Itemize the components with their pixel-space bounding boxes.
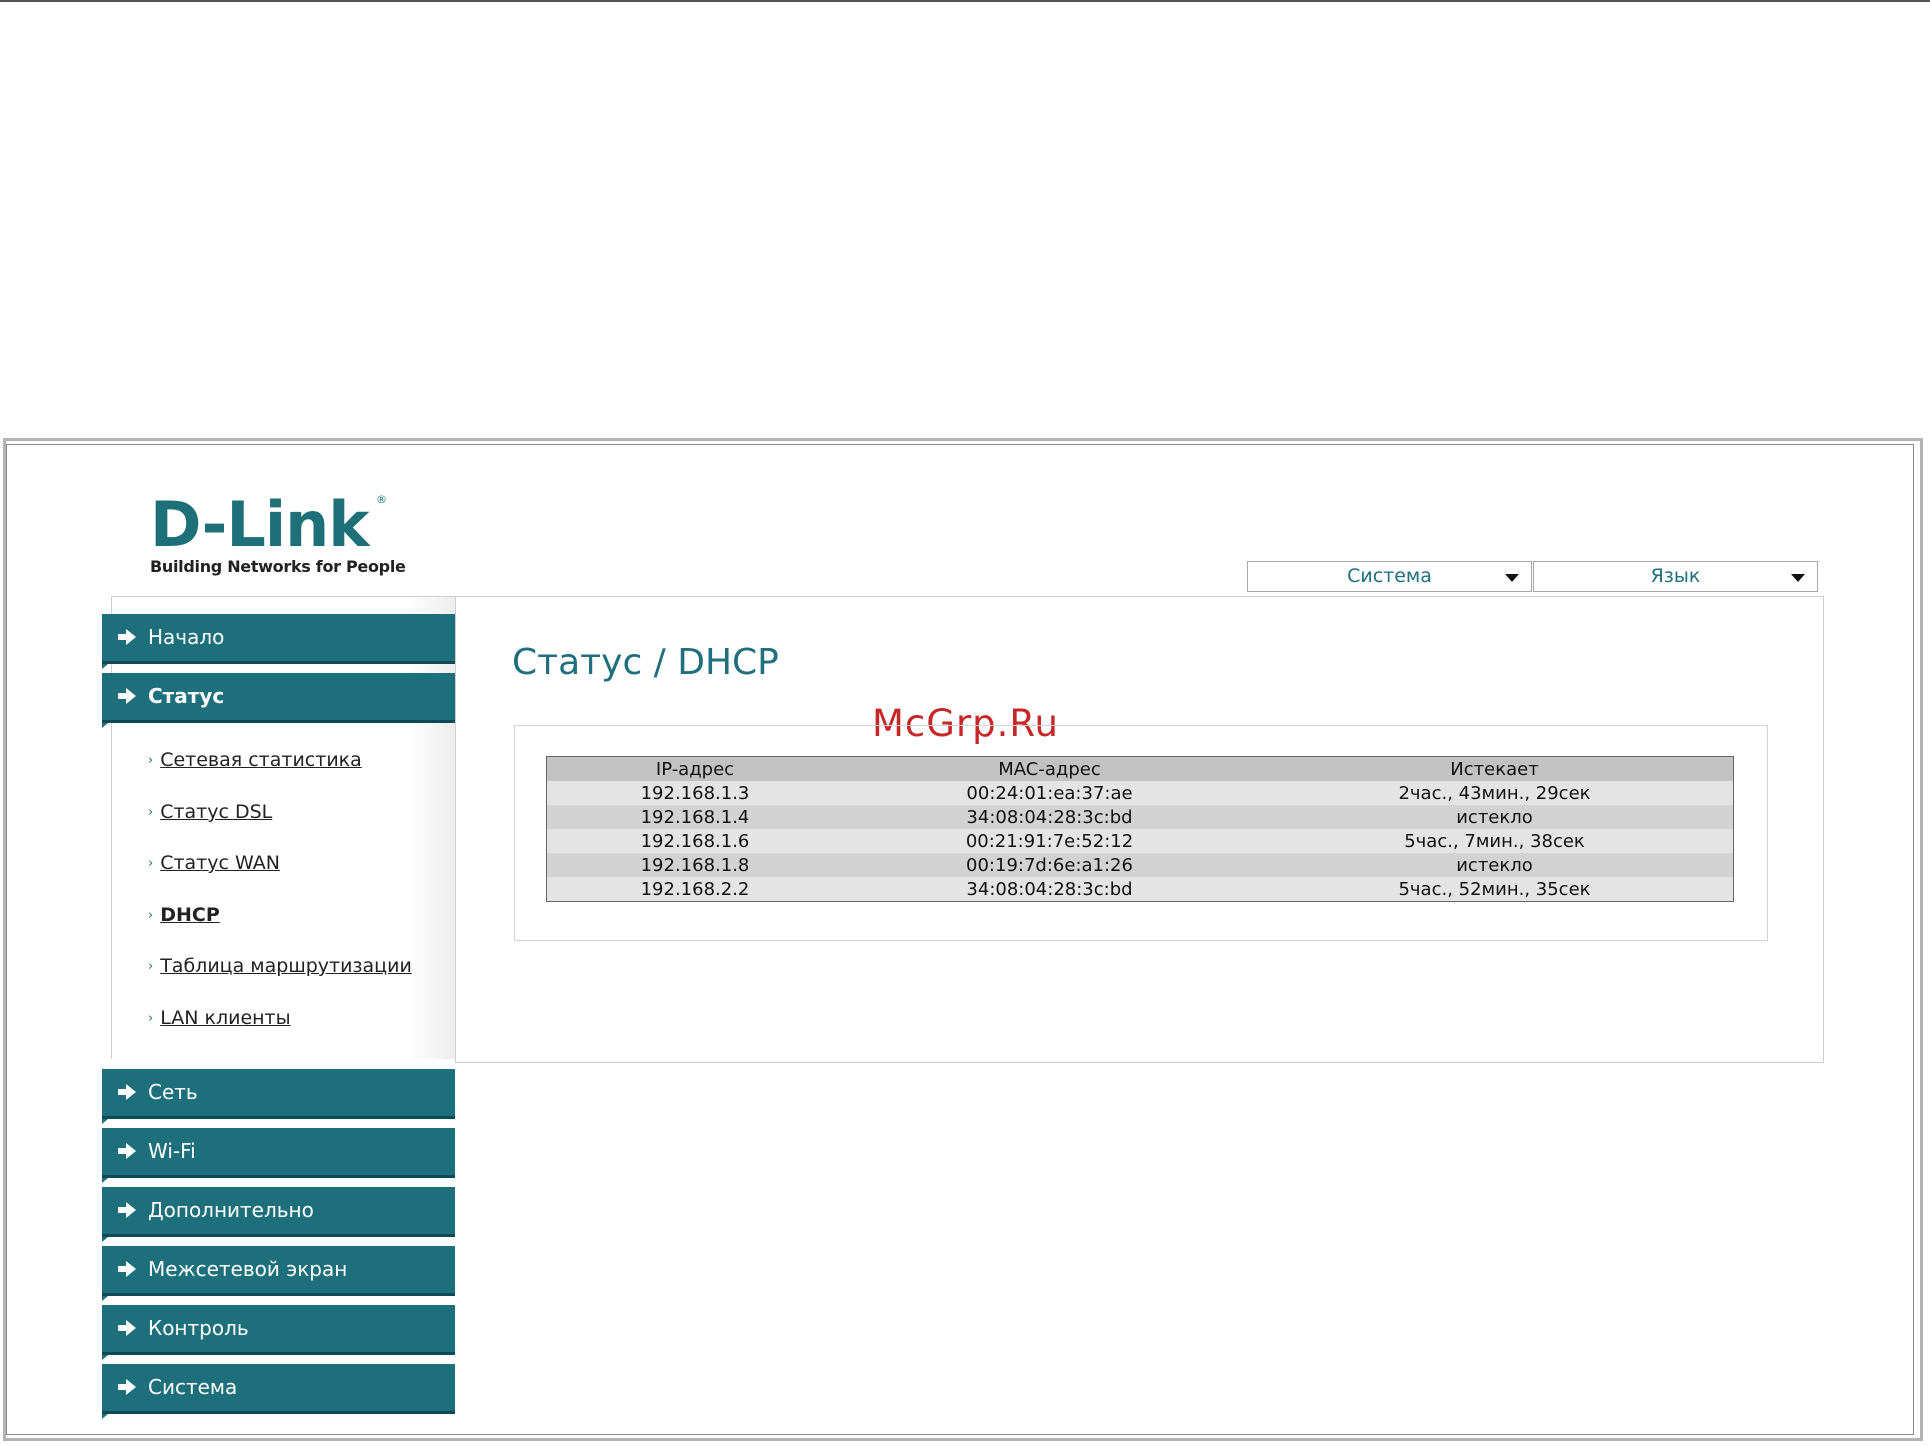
arrow-right-icon (118, 688, 136, 704)
expires-cell: истекло (1456, 806, 1533, 828)
menu-item-label: Начало (148, 625, 225, 649)
mac-cell: 34:08:04:28:3c:bd (966, 878, 1133, 900)
logo-registered-mark: ® (376, 493, 387, 506)
bullet-icon: › (148, 753, 154, 768)
table-row: 192.168.1.4 34:08:04:28:3c:bd истекло (546, 805, 1734, 829)
column-header-ip: IP-адрес (655, 758, 735, 780)
arrow-right-icon (118, 1320, 136, 1336)
arrow-right-icon (118, 629, 136, 645)
table-row: 192.168.2.2 34:08:04:28:3c:bd 5час., 52м… (546, 877, 1734, 902)
menu-item-system[interactable]: Система (102, 1364, 455, 1419)
expires-cell: 2час., 43мин., 29сек (1398, 782, 1591, 804)
chevron-down-icon (1791, 574, 1805, 582)
language-select-label: Язык (1650, 565, 1701, 587)
menu-item-start[interactable]: Начало (102, 614, 455, 669)
submenu-item-dsl-status[interactable]: › Статус DSL (148, 801, 272, 823)
ip-cell: 192.168.2.2 (640, 878, 750, 900)
chevron-down-icon (1505, 574, 1519, 582)
mac-cell: 00:19:7d:6e:a1:26 (966, 854, 1133, 876)
menu-item-advanced[interactable]: Дополнительно (102, 1187, 455, 1242)
expires-cell: 5час., 52мин., 35сек (1398, 878, 1591, 900)
mac-cell: 34:08:04:28:3c:bd (966, 806, 1133, 828)
logo-tagline: Building Networks for People (150, 557, 406, 576)
arrow-right-icon (118, 1261, 136, 1277)
submenu-label: Таблица маршрутизации (160, 955, 412, 977)
dhcp-leases-table: IP-адрес MAC-адрес Истекает 192.168.1.3 … (546, 756, 1734, 902)
submenu-label: LAN клиенты (160, 1007, 291, 1029)
expires-cell: 5час., 7мин., 38сек (1404, 830, 1585, 852)
sidebar-panel (111, 596, 456, 1059)
bullet-icon: › (148, 959, 154, 974)
arrow-right-icon (118, 1379, 136, 1395)
mac-cell: 00:24:01:ea:37:ae (966, 782, 1133, 804)
table-row: 192.168.1.8 00:19:7d:6e:a1:26 истекло (546, 853, 1734, 877)
ip-cell: 192.168.1.8 (640, 854, 750, 876)
ip-cell: 192.168.1.4 (640, 806, 750, 828)
submenu-label: Статус WAN (160, 852, 280, 874)
submenu-item-wan-status[interactable]: › Статус WAN (148, 852, 280, 874)
logo-brand: D-Link (150, 488, 369, 561)
arrow-right-icon (118, 1202, 136, 1218)
menu-item-label: Система (148, 1375, 238, 1399)
submenu-item-network-stats[interactable]: › Сетевая статистика (148, 749, 362, 771)
bullet-icon: › (148, 805, 154, 820)
menu-item-network[interactable]: Сеть (102, 1069, 455, 1124)
menu-item-label: Дополнительно (148, 1198, 314, 1222)
menu-item-label: Сеть (148, 1080, 198, 1104)
menu-item-label: Контроль (148, 1316, 249, 1340)
menu-item-label: Статус (148, 684, 225, 708)
system-select[interactable]: Система (1247, 561, 1532, 592)
language-select[interactable]: Язык (1533, 561, 1818, 592)
expires-cell: истекло (1456, 854, 1533, 876)
table-row: 192.168.1.3 00:24:01:ea:37:ae 2час., 43м… (546, 781, 1734, 805)
submenu-item-lan-clients[interactable]: › LAN клиенты (148, 1007, 291, 1029)
menu-item-status[interactable]: Статус (102, 673, 455, 728)
mac-cell: 00:21:91:7e:52:12 (965, 830, 1134, 852)
ip-cell: 192.168.1.6 (640, 830, 750, 852)
arrow-right-icon (118, 1143, 136, 1159)
submenu-item-dhcp[interactable]: › DHCP (148, 904, 220, 926)
dlink-logo: D-Link ® Building Networks for People (150, 488, 406, 576)
submenu-label: Статус DSL (160, 801, 273, 823)
submenu-label: DHCP (160, 904, 220, 926)
menu-item-control[interactable]: Контроль (102, 1305, 455, 1360)
ip-cell: 192.168.1.3 (640, 782, 750, 804)
table-row: 192.168.1.6 00:21:91:7e:52:12 5час., 7ми… (546, 829, 1734, 853)
submenu-item-routing-table[interactable]: › Таблица маршрутизации (148, 955, 412, 977)
page-title: Статус / DHCP (512, 642, 779, 683)
menu-item-label: Wi-Fi (148, 1139, 196, 1163)
column-header-mac: MAC-адрес (998, 758, 1101, 780)
arrow-right-icon (118, 1084, 136, 1100)
bullet-icon: › (148, 908, 154, 923)
menu-item-label: Межсетевой экран (148, 1257, 348, 1281)
table-header-row: IP-адрес MAC-адрес Истекает (546, 756, 1734, 781)
submenu-label: Сетевая статистика (160, 749, 362, 771)
system-select-label: Система (1347, 565, 1432, 587)
menu-item-wifi[interactable]: Wi-Fi (102, 1128, 455, 1183)
bullet-icon: › (148, 856, 154, 871)
bullet-icon: › (148, 1011, 154, 1026)
menu-item-firewall[interactable]: Межсетевой экран (102, 1246, 455, 1301)
top-rule (0, 0, 1930, 2)
column-header-expires: Истекает (1450, 758, 1539, 780)
